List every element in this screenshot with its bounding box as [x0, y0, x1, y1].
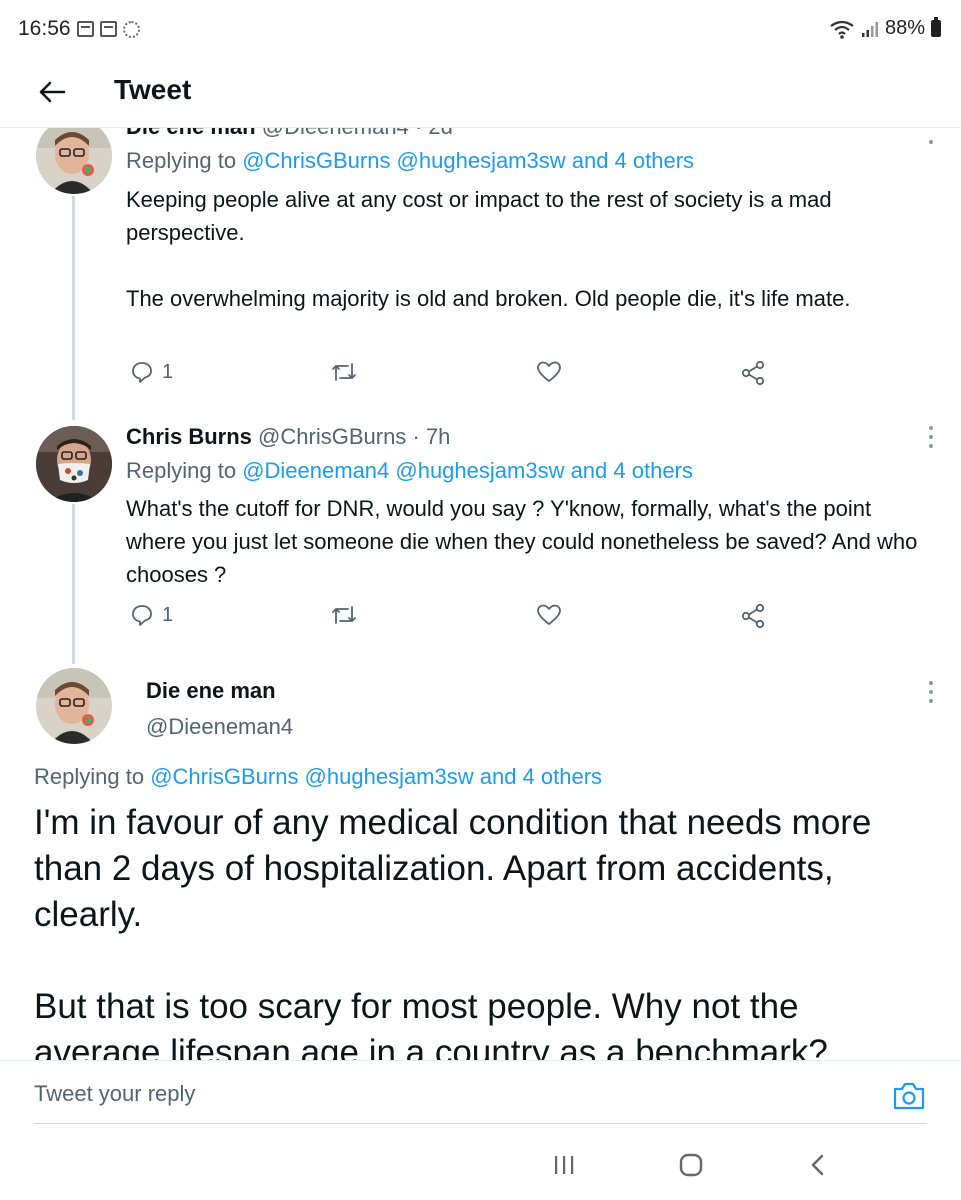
- heart-icon: [537, 604, 561, 625]
- tweet-text: Keeping people alive at any cost or impa…: [126, 187, 851, 311]
- reply-button[interactable]: 1: [130, 360, 173, 384]
- gallery-notification-icon: [77, 21, 94, 37]
- input-underline: [34, 1123, 927, 1124]
- camera-icon: [893, 1082, 925, 1110]
- author-name[interactable]: Die ene man: [126, 128, 256, 139]
- battery-icon: [931, 17, 941, 37]
- battery-percent: 88%: [884, 17, 925, 39]
- home-icon: [679, 1153, 703, 1177]
- tweet-time: · 2d: [415, 128, 453, 139]
- camera-button[interactable]: [892, 1081, 926, 1111]
- reply-button[interactable]: 1: [130, 603, 173, 627]
- wifi-icon: [830, 20, 854, 39]
- reply-input[interactable]: Tweet your reply: [34, 1081, 195, 1107]
- system-navigation-bar: [0, 1130, 961, 1200]
- back-nav-button[interactable]: [798, 1150, 838, 1180]
- back-button[interactable]: [36, 76, 68, 108]
- author-name[interactable]: Chris Burns: [126, 424, 252, 449]
- tweet-actions: 1: [126, 360, 786, 394]
- sync-icon: [123, 21, 140, 38]
- reply-mentions-link[interactable]: @ChrisGBurns @hughesjam3sw and 4 others: [242, 148, 694, 173]
- more-icon: [929, 140, 933, 144]
- back-chevron-icon: [811, 1154, 824, 1176]
- more-icon: [929, 681, 933, 685]
- author-name[interactable]: Die ene man: [146, 678, 276, 704]
- tweet-time: · 7h: [412, 424, 451, 449]
- status-bar: 16:56 88%: [0, 0, 961, 62]
- share-button[interactable]: [740, 603, 766, 629]
- author-handle[interactable]: @Dieeneman4: [262, 128, 409, 139]
- recent-apps-icon: [555, 1156, 574, 1174]
- tweet-actions: 1: [126, 603, 786, 637]
- replying-to-label: Replying to: [126, 148, 243, 173]
- tweet-text: What's the cutoff for DNR, would you say…: [126, 496, 918, 587]
- author-handle[interactable]: @Dieeneman4: [146, 714, 293, 740]
- retweet-icon: [332, 363, 356, 381]
- thread-connector: [72, 196, 75, 420]
- reply-count: 1: [162, 603, 174, 626]
- more-icon: [929, 690, 933, 694]
- app-header: Tweet: [0, 62, 961, 128]
- like-button[interactable]: [536, 360, 562, 384]
- more-options-button[interactable]: [925, 681, 937, 703]
- thread-connector: [72, 504, 75, 664]
- recent-apps-button[interactable]: [544, 1150, 584, 1180]
- reply-icon: [132, 362, 152, 383]
- share-icon: [741, 360, 765, 386]
- reply-icon: [132, 605, 152, 626]
- avatar[interactable]: [36, 668, 112, 744]
- author-handle[interactable]: @ChrisGBurns: [258, 424, 406, 449]
- reply-mentions-link[interactable]: @ChrisGBurns @hughesjam3sw and 4 others: [150, 764, 602, 789]
- reply-composer: Tweet your reply: [0, 1060, 961, 1130]
- arrow-left-icon: [39, 81, 66, 103]
- more-icon: [929, 699, 933, 703]
- profile-photo: [36, 668, 112, 744]
- share-button[interactable]: [740, 360, 766, 386]
- like-button[interactable]: [536, 603, 562, 627]
- reply-count: 1: [162, 360, 174, 383]
- page-title: Tweet: [114, 74, 192, 105]
- more-icon: [929, 435, 933, 439]
- profile-photo: [36, 128, 112, 194]
- replying-to-label: Replying to: [34, 764, 151, 789]
- status-time: 16:56: [18, 17, 71, 40]
- heart-icon: [537, 361, 561, 382]
- tweet-author-row: Chris Burns @ChrisGBurns · 7h: [126, 424, 450, 450]
- replying-to-label: Replying to: [126, 458, 243, 483]
- profile-photo: [36, 426, 112, 502]
- replying-to: Replying to @ChrisGBurns @hughesjam3sw a…: [34, 764, 602, 790]
- signal-icon: [861, 21, 878, 37]
- home-button[interactable]: [671, 1150, 711, 1180]
- system-status: 88%: [829, 17, 941, 40]
- avatar[interactable]: [36, 426, 112, 502]
- retweet-button[interactable]: [330, 360, 358, 384]
- reply-mentions-link[interactable]: @Dieeneman4 @hughesjam3sw and 4 others: [242, 458, 693, 483]
- more-options-button[interactable]: [925, 128, 937, 144]
- replying-to: Replying to @Dieeneman4 @hughesjam3sw an…: [126, 458, 693, 484]
- avatar[interactable]: [36, 128, 112, 194]
- tweet-text: I'm in favour of any medical condition t…: [34, 803, 872, 1060]
- more-options-button[interactable]: [925, 426, 937, 448]
- notification-icons: [77, 21, 140, 38]
- retweet-icon: [332, 606, 356, 624]
- more-icon: [929, 444, 933, 448]
- replying-to: Replying to @ChrisGBurns @hughesjam3sw a…: [126, 148, 694, 174]
- tweet-author-row: Die ene man @Dieeneman4 · 2d: [126, 128, 453, 140]
- share-icon: [741, 603, 765, 629]
- conversation-timeline[interactable]: Die ene man @Dieeneman4 · 2d Replying to…: [0, 128, 961, 1060]
- retweet-button[interactable]: [330, 603, 358, 627]
- more-icon: [929, 426, 933, 430]
- gallery-notification-icon: [100, 21, 117, 37]
